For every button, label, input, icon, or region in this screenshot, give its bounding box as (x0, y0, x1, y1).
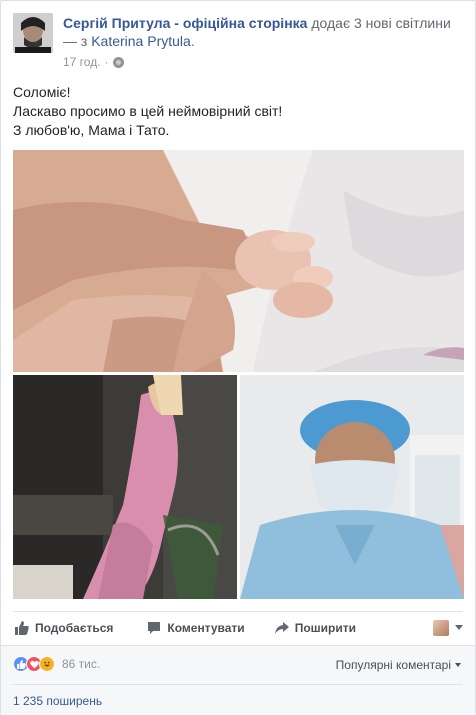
post-message: Соломіє! Ласкаво просимо в цей неймовірн… (13, 83, 463, 140)
message-line: З любов'ю, Мама і Тато. (13, 122, 170, 138)
message-line: Соломіє! (13, 84, 71, 100)
post-header-text: Сергій Притула - офіційна сторінка додає… (63, 14, 463, 50)
header-tail: . (190, 33, 195, 49)
globe-icon[interactable] (112, 56, 124, 68)
share-label: Поширити (294, 620, 356, 635)
shares-count-link[interactable]: 1 235 поширень (13, 694, 102, 708)
sort-label: Популярні коментарі (335, 658, 451, 672)
post-card: Сергій Притула - офіційна сторінка додає… (0, 0, 476, 715)
comment-label: Коментувати (167, 620, 245, 635)
like-button[interactable]: Подобається (15, 612, 113, 644)
share-button[interactable]: Поширити (274, 612, 356, 644)
comment-icon (148, 621, 161, 634)
pregnant-woman-image (13, 375, 237, 599)
comment-sort-dropdown[interactable]: Популярні коментарі (336, 658, 461, 672)
photo-baby-hand[interactable] (13, 150, 464, 372)
message-line: Ласкаво просимо в цей неймовірний світ! (13, 103, 283, 119)
author-name-link[interactable]: Сергій Притула - офіційна сторінка (63, 15, 307, 31)
post-actions-bar: Подобається Коментувати Поширити (13, 611, 463, 643)
tagged-user-link[interactable]: Katerina Prytula (91, 33, 191, 49)
author-avatar[interactable] (13, 13, 53, 53)
viewer-avatar (433, 619, 449, 636)
baby-hand-image (13, 150, 464, 372)
father-scrubs-image (240, 375, 464, 599)
post-header: Сергій Притула - офіційна сторінка додає… (13, 13, 463, 73)
reaction-count[interactable]: 86 тис. (62, 657, 100, 671)
viewer-selector[interactable] (433, 619, 463, 636)
caret-down-icon (455, 663, 461, 667)
post-meta: 17 год. · (63, 55, 124, 69)
avatar-image (13, 13, 53, 53)
haha-reaction-icon (39, 656, 55, 672)
stats-divider (13, 684, 463, 685)
chevron-down-icon (455, 625, 463, 630)
meta-separator: · (104, 55, 109, 69)
share-arrow-icon (274, 621, 289, 634)
comment-button[interactable]: Коментувати (147, 612, 245, 644)
photo-father-scrubs[interactable] (240, 375, 464, 599)
reactions-summary[interactable]: 86 тис. (13, 656, 100, 672)
thumbs-up-icon (15, 620, 29, 635)
timestamp-link[interactable]: 17 год. (63, 55, 101, 69)
post-stats: 86 тис. Популярні коментарі 1 235 пошире… (1, 645, 475, 715)
like-label: Подобається (35, 620, 114, 635)
photo-pregnant-woman[interactable] (13, 375, 237, 599)
